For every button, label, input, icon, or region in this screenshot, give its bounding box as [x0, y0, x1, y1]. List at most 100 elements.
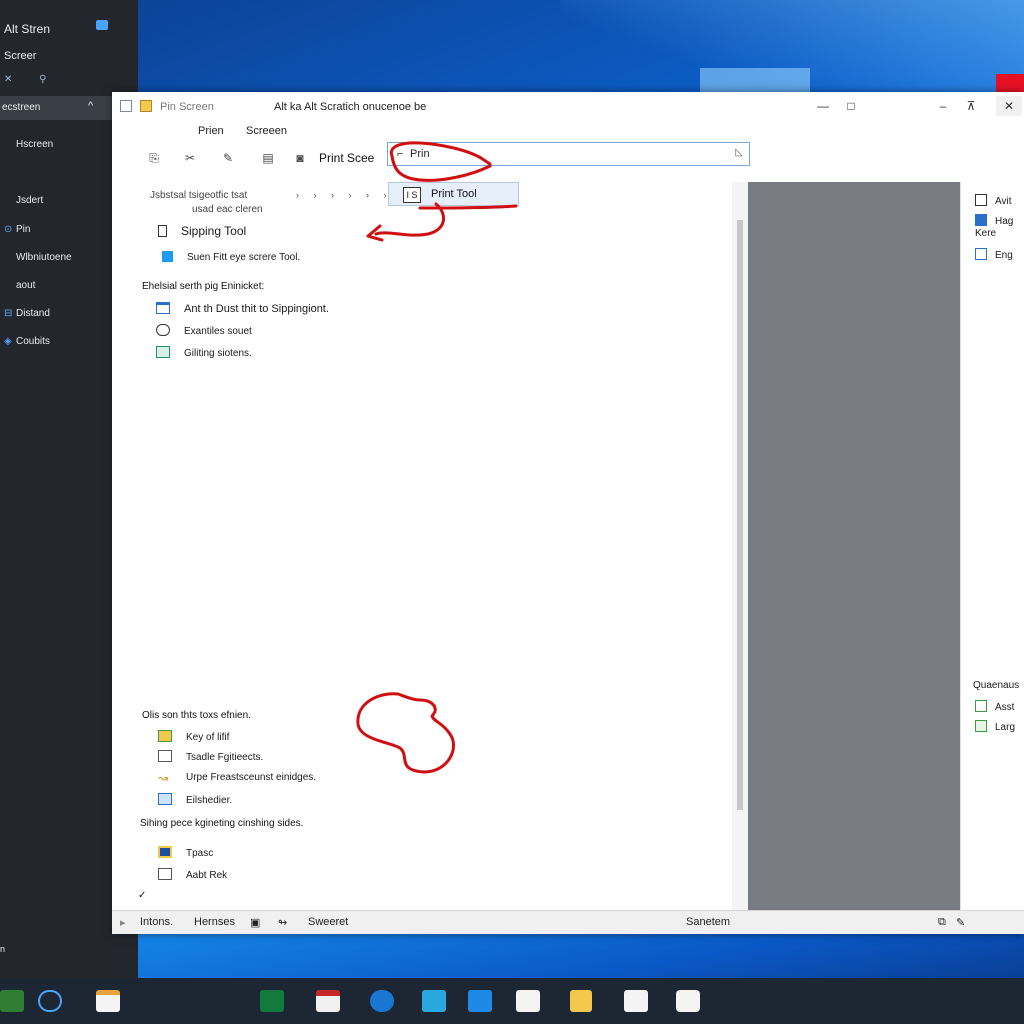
list-item[interactable]: Tsadle Fgitieects.	[158, 750, 263, 763]
details-item[interactable]: Larg	[975, 720, 1015, 733]
list-item-label: Ant th Dust thit to Sippingiont.	[184, 303, 329, 315]
side-item-label: Hscreen	[16, 139, 54, 150]
status-third[interactable]: Sweeret	[308, 916, 348, 928]
list-item[interactable]: Tpasc	[158, 846, 213, 859]
vertical-scrollbar[interactable]	[732, 182, 748, 910]
photos-icon[interactable]	[422, 990, 446, 1012]
list-item-label: Suen Fitt eye screre Tool.	[187, 252, 301, 263]
details-item[interactable]: Eng	[975, 248, 1013, 261]
excel-icon[interactable]	[260, 990, 284, 1012]
toolbar-label[interactable]: Print Scee	[319, 151, 374, 165]
preview-pane	[748, 182, 960, 910]
document-icon[interactable]: ▤	[260, 150, 276, 166]
side-item[interactable]: Jsdert	[4, 195, 43, 206]
details-pane: Avit Hag Kere Eng Quaenaus Asst Larg	[960, 182, 1024, 910]
side-item[interactable]: ⊙ Pin	[4, 224, 30, 235]
list-item[interactable]: ↝ Urpe Freastsceunst einidges.	[158, 772, 316, 784]
settings-icon[interactable]	[624, 990, 648, 1012]
side-panel-subtitle: Screer	[4, 50, 37, 62]
list-item[interactable]: Key of lifif	[158, 730, 229, 743]
restore-icon[interactable]: ⊼	[958, 96, 984, 116]
folder-icon	[140, 100, 152, 112]
list-item[interactable]: Aabt Rek	[158, 868, 227, 881]
menu-prien[interactable]: Prien	[198, 125, 224, 137]
maximize-button[interactable]: □	[838, 96, 864, 116]
side-panel-title: Alt Stren	[4, 22, 51, 36]
monitor-icon	[975, 214, 987, 226]
minimize-secondary-icon[interactable]: –	[930, 96, 956, 116]
start-folder-icon[interactable]	[0, 990, 24, 1012]
side-item-label: Distand	[16, 308, 50, 319]
pen-tool-icon[interactable]: ✎	[956, 916, 965, 929]
details-section-heading: Quaenaus	[973, 680, 1020, 691]
side-item-label: aout	[16, 280, 36, 291]
details-item[interactable]: Hag Kere	[975, 214, 1024, 240]
grid-view-icon[interactable]: ▣	[250, 916, 260, 929]
side-item[interactable]: aout	[4, 280, 35, 291]
cut-icon[interactable]: ✂	[182, 150, 198, 166]
list-item-label: Tsadle Fgitieects.	[186, 752, 264, 763]
display-icon: ⊟	[4, 308, 13, 319]
side-item-selected[interactable]: ecstreen ^	[0, 96, 112, 120]
image-icon	[156, 346, 170, 358]
window-icon	[120, 100, 132, 112]
taskbar	[0, 978, 1024, 1024]
search-box[interactable]: ⌐ ◺	[387, 142, 750, 166]
window-view-icon[interactable]: ⧉	[938, 916, 946, 929]
edge-icon[interactable]	[38, 990, 62, 1012]
side-item[interactable]: Wlbniutoene	[4, 252, 72, 263]
list-item[interactable]: Sipping Tool	[158, 224, 246, 238]
side-item[interactable]: Hscreen	[4, 139, 53, 150]
side-panel-tools[interactable]: ✕ ⚲	[4, 74, 58, 85]
list-item[interactable]: Giliting siotens.	[156, 346, 252, 359]
status-right[interactable]: Sanetem	[686, 916, 730, 928]
details-item-label: Eng	[995, 250, 1013, 261]
list-item[interactable]: Exantiles souet	[156, 324, 252, 337]
status-middle[interactable]: Hernses	[194, 916, 235, 928]
menu-screen[interactable]: Screeen	[246, 125, 287, 137]
document-icon	[158, 750, 172, 762]
side-item-label: Wlbniutoene	[16, 252, 72, 263]
skype-icon[interactable]	[370, 990, 394, 1012]
status-left[interactable]: Intons.	[140, 916, 173, 928]
scrollbar-thumb[interactable]	[737, 220, 743, 810]
list-item[interactable]: Eilshedier.	[158, 793, 232, 806]
edit-icon[interactable]: ✎	[220, 150, 236, 166]
camera-icon[interactable]: ◙	[292, 150, 308, 166]
list-item[interactable]: Suen Fitt eye screre Tool.	[162, 251, 300, 263]
picture-icon	[158, 846, 172, 858]
list-item-label: Eilshedier.	[186, 795, 233, 806]
cmd-icon[interactable]	[468, 990, 492, 1012]
side-item-label: Jsdert	[16, 195, 44, 206]
list-item-label: Sipping Tool	[181, 224, 247, 238]
search-suggestion[interactable]: I S Print Tool	[388, 182, 519, 206]
search-input[interactable]	[410, 146, 710, 162]
title-bar[interactable]: Pin Screen Alt ka Alt Scratich onucenoe …	[112, 92, 1024, 120]
chevron-up-icon[interactable]: ^	[88, 100, 93, 112]
section-heading: Olis son thts toxs efnien.	[142, 710, 251, 721]
side-panel-badge-icon[interactable]	[96, 20, 108, 30]
checkmark-icon: ✓	[138, 890, 147, 901]
side-item[interactable]: ⊟ Distand	[4, 308, 50, 319]
side-panel-footer: n	[0, 944, 6, 954]
link-icon[interactable]: ↬	[278, 916, 287, 929]
store-icon[interactable]	[96, 990, 120, 1012]
details-item[interactable]: Asst	[975, 700, 1014, 713]
search-clear-icon[interactable]: ◺	[735, 147, 743, 158]
paste-icon[interactable]: ⎘	[146, 150, 162, 166]
window-title: Alt ka Alt Scratich onucenoe be	[274, 101, 427, 113]
cursor-icon: ⌐	[397, 148, 404, 160]
minimize-button[interactable]: —	[810, 96, 836, 116]
list-item-label: Giliting siotens.	[184, 348, 252, 359]
search-circle-icon[interactable]	[676, 990, 700, 1012]
paint-icon[interactable]	[516, 990, 540, 1012]
side-item[interactable]: ◈ Coubits	[4, 336, 50, 347]
details-item[interactable]: Avit	[975, 194, 1012, 207]
notes-icon[interactable]	[570, 990, 592, 1012]
language-icon	[975, 248, 987, 260]
pin-icon: ⊙	[4, 224, 13, 235]
breadcrumb-arrows[interactable]: › › › › › ›	[296, 190, 393, 200]
list-item[interactable]: Ant th Dust thit to Sippingiont.	[156, 302, 329, 315]
close-icon[interactable]: ✕	[996, 96, 1022, 116]
office-icon[interactable]	[316, 990, 340, 1012]
